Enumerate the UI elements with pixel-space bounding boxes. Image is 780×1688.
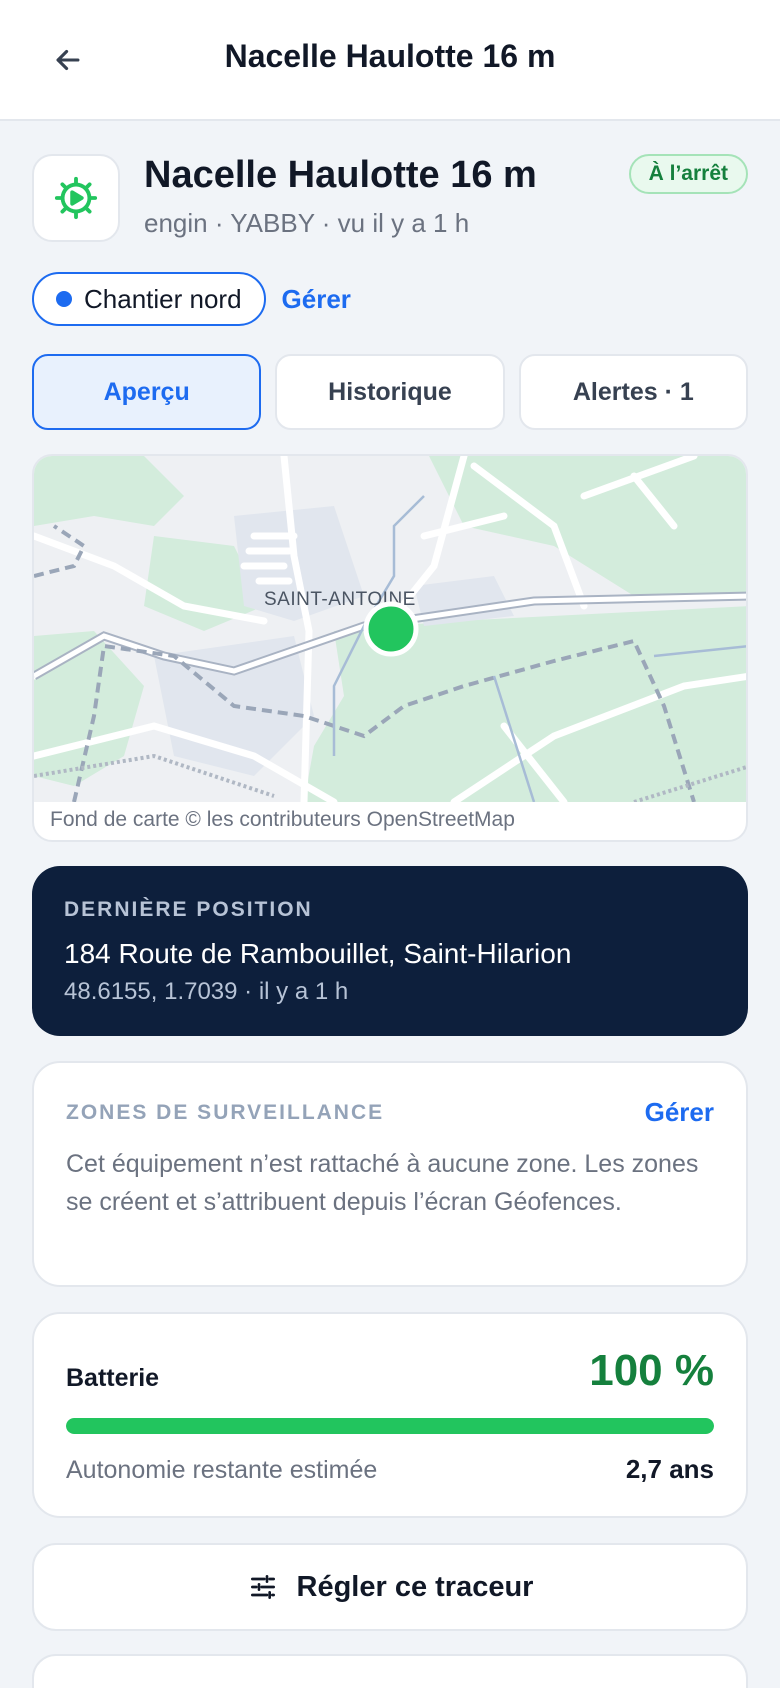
last-position-card: DERNIÈRE POSITION 184 Route de Rambouill… — [32, 866, 748, 1036]
tracker-settings-label: Régler ce traceur — [296, 1570, 534, 1603]
zones-description: Cet équipement n’est rattaché à aucune z… — [66, 1150, 699, 1216]
last-position-label: DERNIÈRE POSITION — [64, 898, 313, 921]
tab-history[interactable]: Historique — [275, 354, 505, 430]
status-badge: À l’arrêt — [628, 154, 748, 194]
group-chip[interactable]: Chantier nord — [32, 272, 266, 326]
group-label: Chantier nord — [84, 283, 242, 314]
group-row: Chantier nord Gérer — [32, 272, 351, 326]
page-title: Nacelle Haulotte 16 m — [224, 38, 556, 74]
tab-overview[interactable]: Aperçu — [32, 354, 262, 430]
top-bar: Nacelle Haulotte 16 m — [0, 0, 780, 121]
sliders-icon — [250, 1575, 275, 1599]
device-marker[interactable] — [363, 601, 419, 657]
device-meta: engin · YABBY · vu il y a 1 h — [144, 208, 470, 238]
secondary-action-button[interactable] — [32, 1654, 748, 1688]
device-header: Nacelle Haulotte 16 m engin · YABBY · vu… — [32, 154, 748, 244]
battery-autonomy-value: 2,7 ans — [625, 1454, 714, 1484]
tab-bar: Aperçu Historique Alertes · 1 — [32, 354, 748, 430]
device-name: Nacelle Haulotte 16 m — [144, 154, 537, 196]
zones-manage-link[interactable]: Gérer — [645, 1097, 714, 1128]
group-dot-icon — [56, 291, 72, 307]
battery-bar-fill — [66, 1418, 714, 1434]
gear-play-icon — [54, 176, 98, 220]
battery-label: Batterie — [66, 1364, 160, 1392]
map-card: SAINT-ANTOINE Fond de carte © les contri… — [32, 454, 748, 842]
battery-autonomy-label: Autonomie restante estimée — [66, 1456, 378, 1484]
tracker-settings-button[interactable]: Régler ce traceur — [32, 1543, 748, 1631]
last-position-coords: 48.6155, 1.7039 · il y a 1 h — [64, 978, 349, 1005]
map-attribution: Fond de carte © les contributeurs OpenSt… — [50, 808, 515, 831]
tab-alerts[interactable]: Alertes · 1 — [518, 354, 748, 430]
battery-bar — [66, 1418, 714, 1434]
zones-title: ZONES DE SURVEILLANCE — [66, 1101, 385, 1124]
battery-card: Batterie 100 % Autonomie restante estimé… — [32, 1312, 748, 1518]
zones-card: ZONES DE SURVEILLANCE Gérer Cet équipeme… — [32, 1061, 748, 1287]
last-position-address: 184 Route de Rambouillet, Saint-Hilarion — [64, 938, 572, 969]
device-type-tile — [32, 154, 120, 242]
group-manage-link[interactable]: Gérer — [282, 284, 351, 315]
map-view[interactable]: SAINT-ANTOINE — [34, 456, 748, 802]
battery-value: 100 % — [589, 1346, 714, 1395]
